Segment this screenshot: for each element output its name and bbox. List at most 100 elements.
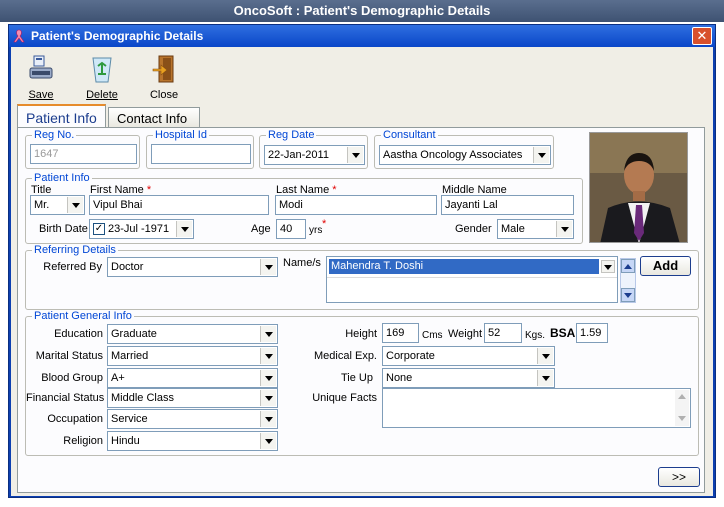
chevron-down-icon[interactable] [533,147,549,163]
chevron-down-icon[interactable] [67,197,83,213]
tab-contact-info-label: Contact Info [117,111,188,126]
blood-group-label: Blood Group [41,372,103,384]
chevron-down-icon[interactable] [260,390,276,406]
tie-up-select[interactable]: None [382,368,555,388]
birth-date-value: 23-Jul -1971 [108,223,170,235]
recycle-bin-icon [92,57,112,83]
patient-photo[interactable] [589,132,688,243]
occupation-value: Service [111,413,148,425]
consultant-value: Aastha Oncology Associates [383,149,523,161]
weight-unit: Kgs. [525,330,546,341]
religion-select[interactable]: Hindu [107,431,278,451]
first-name-field[interactable]: Vipul Bhai [89,195,269,215]
tab-contact-info[interactable]: Contact Info [108,107,200,129]
referred-by-label: Referred By [43,261,102,273]
reg-date-value: 22-Jan-2011 [268,149,329,161]
referred-by-value: Doctor [111,261,144,273]
marital-status-value: Married [111,350,149,362]
chevron-down-icon[interactable] [176,221,192,237]
chevron-down-icon[interactable] [260,370,276,386]
unique-facts-label: Unique Facts [312,392,377,404]
exit-door-icon [152,55,174,83]
consultant-label: Consultant [381,129,438,141]
bsa-field[interactable]: 1.59 [576,323,608,343]
marital-status-select[interactable]: Married [107,346,278,366]
tab-patient-info[interactable]: Patient Info [17,104,106,129]
next-button[interactable]: >> [658,467,700,487]
title-value: Mr. [34,199,50,211]
height-unit: Cms [422,330,443,341]
religion-label: Religion [63,435,103,447]
height-field[interactable]: 169 [382,323,419,343]
patient-info-group-label: Patient Info [32,172,92,184]
app-title-bar: OncoSoft : Patient's Demographic Details [0,0,724,22]
chevron-down-icon[interactable] [260,259,276,275]
referrer-names-list[interactable]: Mahendra T. Doshi [326,256,618,303]
marital-status-label: Marital Status [35,350,103,362]
scroll-down-icon[interactable] [678,416,686,421]
delete-button[interactable]: Delete [79,50,125,102]
reg-date-picker[interactable]: 22-Jan-2011 [264,145,365,165]
add-button-label: Add [652,258,679,273]
hospital-id-field[interactable] [151,144,251,164]
gender-label: Gender [455,223,492,235]
close-window-button[interactable]: ✕ [692,27,712,45]
age-unit: yrs [309,225,323,236]
gender-value: Male [501,223,525,235]
chevron-down-icon[interactable] [556,221,572,237]
chevron-down-icon[interactable] [601,260,615,273]
scroll-down-button[interactable] [621,288,635,302]
chevron-down-icon[interactable] [260,433,276,449]
next-button-label: >> [671,470,686,484]
blood-group-select[interactable]: A+ [107,368,278,388]
weight-field[interactable]: 52 [484,323,522,343]
window-title: Patient's Demographic Details [31,29,204,43]
chevron-down-icon[interactable] [537,370,553,386]
gender-select[interactable]: Male [497,219,574,239]
save-button[interactable]: Save [18,50,64,102]
birth-date-picker[interactable]: ✓ 23-Jul -1971 [89,219,194,239]
middle-name-field[interactable]: Jayanti Lal [441,195,574,215]
scroll-up-button[interactable] [621,259,635,273]
chevron-down-icon[interactable] [537,348,553,364]
age-field[interactable]: 40 [276,219,306,239]
birth-date-label: Birth Date [39,223,88,235]
reg-no-field[interactable]: 1647 [30,144,137,164]
patient-portrait-image [590,133,687,242]
unique-facts-scrollbar[interactable] [675,390,689,426]
tie-up-label: Tie Up [341,372,373,384]
last-name-field[interactable]: Modi [275,195,437,215]
chevron-down-icon[interactable] [260,326,276,342]
education-select[interactable]: Graduate [107,324,278,344]
age-label: Age [251,223,271,235]
tab-patient-info-label: Patient Info [26,110,97,126]
list-item[interactable]: Mahendra T. Doshi [329,259,599,274]
chevron-down-icon[interactable] [347,147,363,163]
add-referrer-button[interactable]: Add [640,256,691,276]
referred-by-select[interactable]: Doctor [107,257,278,277]
occupation-select[interactable]: Service [107,409,278,429]
close-button[interactable]: Close [141,50,187,102]
names-scrollbar[interactable] [620,258,636,303]
chevron-down-icon[interactable] [260,411,276,427]
medical-exp-label: Medical Exp. [314,350,377,362]
title-select[interactable]: Mr. [30,195,85,215]
medical-exp-value: Corporate [386,350,435,362]
window-title-bar[interactable]: Patient's Demographic Details [9,25,715,47]
blood-group-value: A+ [111,372,125,384]
financial-status-label: Financial Status [26,392,105,404]
medical-exp-select[interactable]: Corporate [382,346,555,366]
financial-status-select[interactable]: Middle Class [107,388,278,408]
education-value: Graduate [111,328,157,340]
birth-date-checkbox[interactable]: ✓ [93,223,105,235]
tie-up-value: None [386,372,413,384]
bsa-label: BSA [550,326,576,340]
chevron-down-icon[interactable] [260,348,276,364]
consultant-select[interactable]: Aastha Oncology Associates [379,145,551,165]
unique-facts-textarea[interactable] [382,388,691,428]
scroll-up-icon[interactable] [678,394,686,399]
financial-status-value: Middle Class [111,392,174,404]
education-label: Education [54,328,103,340]
patient-general-info-label: Patient General Info [32,310,134,322]
religion-value: Hindu [111,435,140,447]
